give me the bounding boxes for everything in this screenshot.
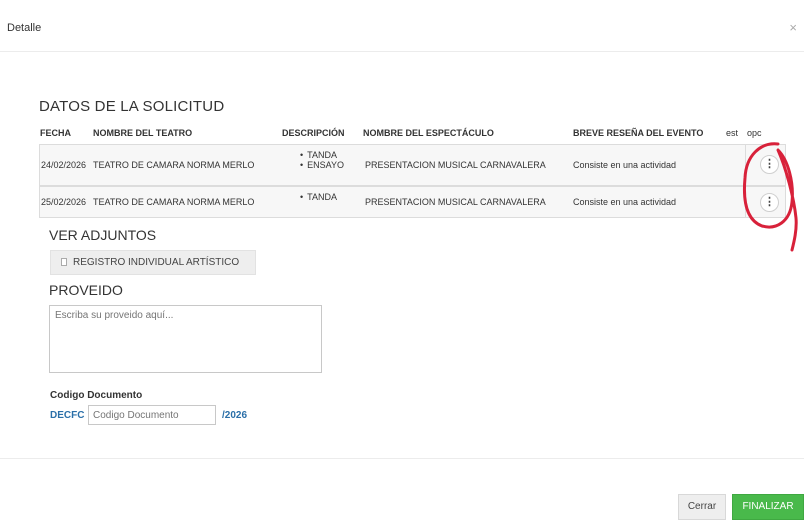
red-annotation-circle — [743, 142, 798, 252]
modal-footer — [0, 458, 804, 459]
attachment-label: REGISTRO INDIVIDUAL ARTÍSTICO — [73, 257, 240, 268]
descripcion-item: ENSAYO — [300, 160, 344, 170]
header-est: est — [726, 128, 739, 138]
header-teatro: NOMBRE DEL TEATRO — [93, 128, 193, 138]
table-row: 24/02/2026 TEATRO DE CAMARA NORMA MERLO … — [39, 144, 786, 186]
table-row: 25/02/2026 TEATRO DE CAMARA NORMA MERLO … — [39, 186, 786, 218]
codigo-documento-label: Codigo Documento — [50, 390, 143, 401]
header-resena: BREVE RESEÑA DEL EVENTO — [573, 128, 704, 138]
cell-fecha: 25/02/2026 — [41, 197, 87, 207]
cell-resena: Consiste en una actividad — [573, 197, 677, 207]
cell-fecha: 24/02/2026 — [41, 160, 87, 170]
cell-descripcion: TANDA — [300, 192, 337, 202]
header-fecha: FECHA — [40, 128, 71, 138]
attachment-registro-button[interactable]: REGISTRO INDIVIDUAL ARTÍSTICO — [50, 250, 256, 275]
section-title-proveido: PROVEIDO — [49, 282, 123, 298]
cell-espectaculo: PRESENTACION MUSICAL CARNAVALERA — [365, 197, 546, 207]
proveido-textarea[interactable] — [49, 305, 322, 373]
cell-resena: Consiste en una actividad — [573, 160, 677, 170]
close-icon[interactable]: × — [789, 20, 797, 35]
table-header: FECHA NOMBRE DEL TEATRO DESCRIPCIÓN NOMB… — [39, 124, 786, 144]
codigo-documento-input[interactable] — [88, 405, 216, 425]
cell-descripcion: TANDA ENSAYO — [300, 150, 344, 170]
modal-title: Detalle — [7, 22, 42, 34]
document-icon — [61, 258, 67, 266]
cerrar-button[interactable]: Cerrar — [678, 494, 726, 520]
header-descripcion: DESCRIPCIÓN — [282, 128, 345, 138]
finalizar-button[interactable]: FINALIZAR — [732, 494, 804, 520]
section-title-adjuntos: VER ADJUNTOS — [49, 227, 157, 243]
header-opc: opc — [747, 128, 762, 138]
section-title-datos: DATOS DE LA SOLICITUD — [39, 98, 225, 115]
codigo-suffix: /2026 — [222, 410, 248, 421]
cell-teatro: TEATRO DE CAMARA NORMA MERLO — [93, 160, 255, 170]
cell-espectaculo: PRESENTACION MUSICAL CARNAVALERA — [365, 160, 546, 170]
modal-header: Detalle × — [0, 0, 804, 52]
header-espectaculo: NOMBRE DEL ESPECTÁCULO — [363, 128, 494, 138]
cell-teatro: TEATRO DE CAMARA NORMA MERLO — [93, 197, 255, 207]
descripcion-item: TANDA — [300, 150, 344, 160]
descripcion-item: TANDA — [300, 192, 337, 202]
codigo-prefix: DECFC — [50, 410, 85, 421]
